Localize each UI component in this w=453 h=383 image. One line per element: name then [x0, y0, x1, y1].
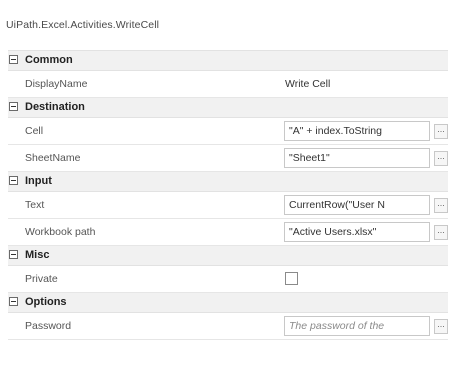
property-label: Workbook path	[25, 226, 96, 238]
collapse-icon[interactable]	[9, 297, 18, 306]
properties-panel: UiPath.Excel.Activities.WriteCell Common…	[0, 0, 453, 383]
property-label: Password	[25, 320, 72, 332]
category-label: Common	[25, 54, 73, 66]
collapse-icon[interactable]	[9, 55, 18, 64]
property-label: Cell	[25, 125, 44, 137]
category-label: Misc	[25, 249, 50, 261]
sheetname-input[interactable]: "Sheet1"	[284, 148, 430, 168]
password-ellipsis-button[interactable]: ...	[434, 319, 448, 334]
property-label: SheetName	[25, 152, 81, 164]
collapse-icon[interactable]	[9, 102, 18, 111]
panel-title: UiPath.Excel.Activities.WriteCell	[6, 19, 160, 31]
displayname-value[interactable]: Write Cell	[285, 78, 330, 90]
property-row-displayname: DisplayName Write Cell	[8, 71, 448, 98]
text-ellipsis-button[interactable]: ...	[434, 198, 448, 213]
category-label: Destination	[25, 101, 85, 113]
property-row-sheetname: SheetName "Sheet1" ...	[8, 145, 448, 172]
property-row-cell: Cell "A" + index.ToString ...	[8, 118, 448, 145]
collapse-icon[interactable]	[9, 250, 18, 259]
workbook-path-input[interactable]: "Active Users.xlsx"	[284, 222, 430, 242]
password-input[interactable]: The password of the	[284, 316, 430, 336]
property-label: DisplayName	[25, 78, 88, 90]
property-row-private: Private	[8, 266, 448, 293]
property-row-workbook-path: Workbook path "Active Users.xlsx" ...	[8, 219, 448, 246]
property-label: Private	[25, 273, 58, 285]
sheetname-ellipsis-button[interactable]: ...	[434, 151, 448, 166]
workbook-path-ellipsis-button[interactable]: ...	[434, 225, 448, 240]
private-checkbox[interactable]	[285, 272, 298, 285]
category-destination[interactable]: Destination	[8, 98, 448, 118]
property-grid: Common DisplayName Write Cell Destinatio…	[8, 50, 448, 340]
property-row-text: Text CurrentRow("User N ...	[8, 192, 448, 219]
category-misc[interactable]: Misc	[8, 246, 448, 266]
cell-ellipsis-button[interactable]: ...	[434, 124, 448, 139]
property-row-password: Password The password of the ...	[8, 313, 448, 340]
category-label: Input	[25, 175, 52, 187]
category-label: Options	[25, 296, 67, 308]
text-input[interactable]: CurrentRow("User N	[284, 195, 430, 215]
property-label: Text	[25, 199, 45, 211]
collapse-icon[interactable]	[9, 176, 18, 185]
category-input[interactable]: Input	[8, 172, 448, 192]
cell-input[interactable]: "A" + index.ToString	[284, 121, 430, 141]
category-common[interactable]: Common	[8, 51, 448, 71]
category-options[interactable]: Options	[8, 293, 448, 313]
